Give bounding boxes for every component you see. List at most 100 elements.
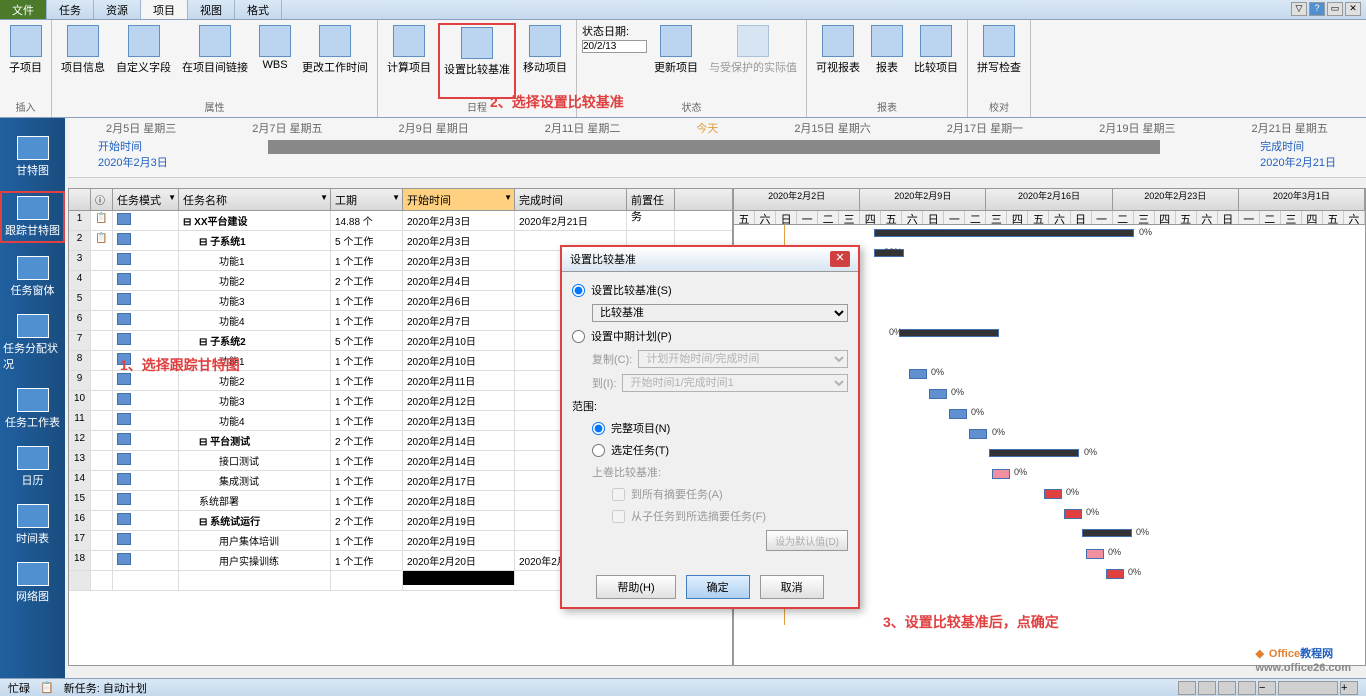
radio-set-interim[interactable] — [572, 330, 585, 343]
spellcheck-button[interactable]: 拼写检查 — [973, 23, 1025, 99]
sidebar-item-network[interactable]: 网络图 — [0, 559, 65, 607]
row-mode[interactable] — [113, 311, 179, 330]
row-info[interactable] — [91, 351, 113, 370]
row-name[interactable]: 接口测试 — [179, 451, 331, 470]
gantt-bar[interactable] — [929, 389, 947, 399]
row-mode[interactable] — [113, 251, 179, 270]
row-info[interactable] — [91, 551, 113, 570]
row-info[interactable] — [91, 311, 113, 330]
row-mode[interactable] — [113, 511, 179, 530]
row-duration[interactable]: 1 个工作 — [331, 471, 403, 490]
row-duration[interactable]: 1 个工作 — [331, 451, 403, 470]
row-name[interactable]: ⊟ XX平台建设 — [179, 211, 331, 230]
tab-task[interactable]: 任务 — [47, 0, 94, 19]
header-predecessor[interactable]: 前置任务 — [627, 189, 675, 210]
row-duration[interactable]: 1 个工作 — [331, 391, 403, 410]
row-info[interactable] — [91, 451, 113, 470]
status-date-input[interactable] — [582, 40, 647, 53]
row-start[interactable]: 2020年2月17日 — [403, 471, 515, 490]
row-start[interactable]: 2020年2月6日 — [403, 291, 515, 310]
row-info[interactable] — [91, 371, 113, 390]
row-duration[interactable]: 14.88 个 — [331, 211, 403, 230]
ok-button[interactable]: 确定 — [686, 575, 750, 599]
row-name[interactable]: 功能3 — [179, 291, 331, 310]
view-icon[interactable] — [1218, 681, 1236, 695]
row-number[interactable]: 4 — [69, 271, 91, 290]
row-info[interactable] — [91, 391, 113, 410]
gantt-bar[interactable] — [1082, 529, 1132, 537]
selected-cell[interactable] — [403, 571, 515, 585]
row-duration[interactable]: 1 个工作 — [331, 311, 403, 330]
project-info-button[interactable]: 项目信息 — [57, 23, 109, 99]
row-mode[interactable] — [113, 431, 179, 450]
gantt-bar[interactable] — [1064, 509, 1082, 519]
row-number[interactable]: 1 — [69, 211, 91, 230]
row-start[interactable]: 2020年2月18日 — [403, 491, 515, 510]
row-mode[interactable] — [113, 471, 179, 490]
view-icon[interactable] — [1178, 681, 1196, 695]
dialog-titlebar[interactable]: 设置比较基准 ✕ — [562, 247, 858, 272]
row-mode[interactable] — [113, 411, 179, 430]
sidebar-item-timeline[interactable]: 时间表 — [0, 501, 65, 549]
row-start[interactable]: 2020年2月11日 — [403, 371, 515, 390]
row-number[interactable]: 12 — [69, 431, 91, 450]
row-name[interactable]: 功能4 — [179, 411, 331, 430]
row-start[interactable]: 2020年2月7日 — [403, 311, 515, 330]
row-number[interactable]: 14 — [69, 471, 91, 490]
row-start[interactable]: 2020年2月14日 — [403, 451, 515, 470]
row-end[interactable]: 2020年2月21日 — [515, 211, 627, 230]
gantt-bar[interactable] — [909, 369, 927, 379]
row-duration[interactable]: 1 个工作 — [331, 491, 403, 510]
header-end[interactable]: 完成时间 — [515, 189, 627, 210]
row-mode[interactable] — [113, 331, 179, 350]
row-name[interactable]: 用户集体培训 — [179, 531, 331, 550]
row-mode[interactable] — [113, 451, 179, 470]
row-number[interactable]: 16 — [69, 511, 91, 530]
compare-projects-button[interactable]: 比较项目 — [910, 23, 962, 99]
row-mode[interactable] — [113, 211, 179, 230]
chevron-down-icon[interactable]: ▼ — [504, 193, 512, 202]
sidebar-item-task-sheet[interactable]: 任务工作表 — [0, 385, 65, 433]
row-start[interactable]: 2020年2月10日 — [403, 331, 515, 350]
row-start[interactable]: 2020年2月20日 — [403, 551, 515, 570]
option-set-baseline[interactable]: 设置比较基准(S) — [572, 282, 848, 298]
row-number[interactable]: 17 — [69, 531, 91, 550]
row-info[interactable] — [91, 491, 113, 510]
row-start[interactable]: 2020年2月12日 — [403, 391, 515, 410]
row-mode[interactable] — [113, 391, 179, 410]
tab-format[interactable]: 格式 — [235, 0, 282, 19]
row-duration[interactable]: 1 个工作 — [331, 531, 403, 550]
tab-view[interactable]: 视图 — [188, 0, 235, 19]
chevron-down-icon[interactable]: ▼ — [320, 193, 328, 202]
calculate-project-button[interactable]: 计算项目 — [383, 23, 435, 99]
dialog-close-button[interactable]: ✕ — [830, 251, 850, 267]
header-start[interactable]: 开始时间▼ — [403, 189, 515, 210]
row-name[interactable]: 功能1 — [179, 251, 331, 270]
row-number[interactable]: 15 — [69, 491, 91, 510]
row-number[interactable]: 8 — [69, 351, 91, 370]
row-number[interactable]: 5 — [69, 291, 91, 310]
row-name[interactable]: 集成测试 — [179, 471, 331, 490]
zoom-out-icon[interactable]: − — [1258, 681, 1276, 695]
restore-icon[interactable]: ▭ — [1327, 2, 1343, 16]
sidebar-item-gantt[interactable]: 甘特图 — [0, 133, 65, 181]
row-name[interactable]: 系统部署 — [179, 491, 331, 510]
visual-reports-button[interactable]: 可视报表 — [812, 23, 864, 99]
row-mode[interactable] — [113, 551, 179, 570]
view-icon[interactable] — [1238, 681, 1256, 695]
row-number[interactable]: 13 — [69, 451, 91, 470]
radio-entire-project[interactable] — [592, 422, 605, 435]
change-worktime-button[interactable]: 更改工作时间 — [298, 23, 372, 99]
tab-resource[interactable]: 资源 — [94, 0, 141, 19]
protected-actuals-button[interactable]: 与受保护的实际值 — [705, 23, 801, 99]
custom-fields-button[interactable]: 自定义字段 — [112, 23, 175, 99]
gantt-bar[interactable] — [874, 229, 1134, 237]
row-info[interactable] — [91, 411, 113, 430]
row-info[interactable] — [91, 471, 113, 490]
gantt-bar[interactable] — [949, 409, 967, 419]
zoom-in-icon[interactable]: + — [1340, 681, 1358, 695]
gantt-bar[interactable] — [992, 469, 1010, 479]
row-info[interactable] — [91, 291, 113, 310]
reports-button[interactable]: 报表 — [867, 23, 907, 99]
row-number[interactable]: 2 — [69, 231, 91, 250]
